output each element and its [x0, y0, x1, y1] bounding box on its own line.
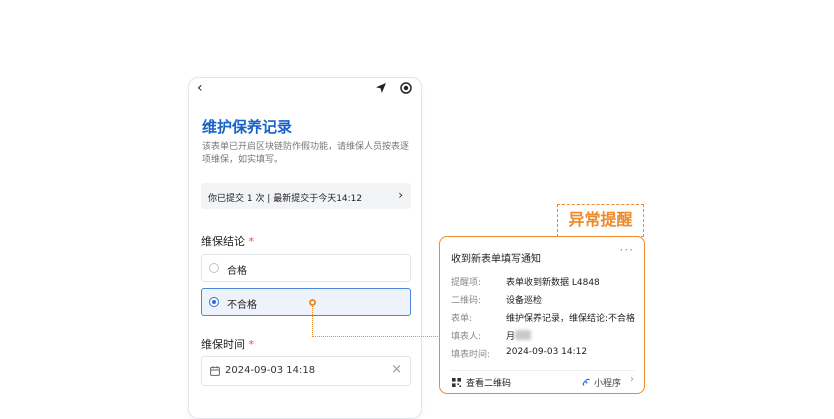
- time-label: 维保时间 *: [201, 336, 254, 352]
- form-title: 维护保养记录: [202, 118, 293, 136]
- record-icon[interactable]: [400, 82, 412, 94]
- form-description: 该表单已开启区块链防作假功能，请维保人员按表逐项维保，如实填写。: [202, 142, 410, 165]
- more-icon[interactable]: ···: [620, 243, 634, 257]
- notification-card: 收到新表单填写通知 ··· 提醒项: 表单收到新数据 L4848 二维码: 设备…: [439, 236, 645, 394]
- option-fail-label: 不合格: [227, 300, 257, 311]
- time-label-text: 维保时间: [201, 338, 245, 351]
- connector-dot: [309, 299, 316, 306]
- radio-checked[interactable]: [209, 297, 219, 307]
- row-value: 月: [506, 329, 532, 342]
- row-value: 2024-09-03 14:12: [506, 347, 588, 357]
- connector-line: [312, 306, 440, 337]
- filler-name: 月: [506, 332, 516, 342]
- option-pass[interactable]: 合格: [201, 254, 411, 282]
- clear-icon[interactable]: ×: [391, 363, 402, 377]
- alert-tag: 异常提醒: [557, 204, 644, 237]
- radio-unchecked[interactable]: [209, 263, 219, 273]
- redacted-name: [515, 330, 532, 340]
- row-key: 填表时间:: [451, 350, 491, 360]
- submit-history-bar[interactable]: 你已提交 1 次 | 最新提交于今天14:12 ›: [201, 183, 411, 209]
- maintenance-time-field[interactable]: 2024-09-03 14:18 ×: [201, 356, 411, 386]
- calendar-icon: [210, 366, 220, 376]
- time-value: 2024-09-03 14:18: [225, 365, 316, 376]
- back-icon[interactable]: ‹: [197, 81, 203, 95]
- form-panel: ‹ 维护保养记录 该表单已开启区块链防作假功能，请维保人员按表逐项维保，如实填写…: [188, 77, 422, 419]
- top-nav-bar: ‹: [189, 78, 421, 100]
- mini-program-link[interactable]: 小程序: [594, 376, 621, 389]
- location-arrow-icon[interactable]: [375, 82, 387, 94]
- chevron-right-icon: ›: [398, 188, 403, 202]
- card-divider: [450, 370, 634, 371]
- row-key: 表单:: [451, 314, 473, 324]
- row-key: 填表人:: [451, 332, 482, 342]
- row-key: 二维码:: [451, 296, 482, 306]
- required-mark: *: [248, 338, 255, 351]
- notification-title: 收到新表单填写通知: [451, 254, 541, 265]
- submit-summary: 你已提交 1 次 | 最新提交于今天14:12: [208, 194, 363, 204]
- conclusion-label: 维保结论 *: [201, 233, 254, 249]
- option-pass-label: 合格: [227, 266, 247, 277]
- conclusion-label-text: 维保结论: [201, 235, 245, 248]
- row-value: 维护保养记录，维保结论:不合格: [506, 314, 636, 324]
- mini-program-icon: [582, 378, 590, 386]
- row-value: 设备巡检: [506, 296, 543, 306]
- chevron-right-icon: ›: [630, 374, 634, 385]
- row-value: 表单收到新数据 L4848: [506, 278, 600, 288]
- view-qr-button[interactable]: 查看二维码: [466, 376, 511, 389]
- required-mark: *: [248, 235, 255, 248]
- qr-code-icon: [452, 378, 461, 387]
- row-key: 提醒项:: [451, 278, 482, 288]
